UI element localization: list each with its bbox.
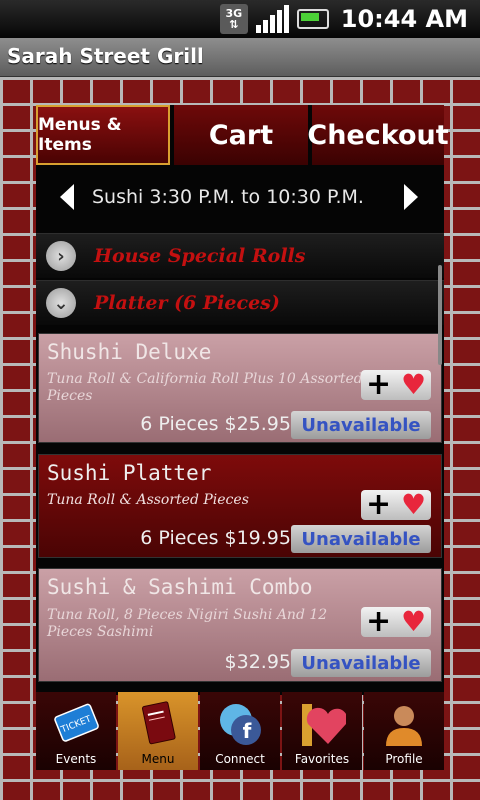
item-name: Sushi & Sashimi Combo <box>47 575 313 599</box>
add-to-cart-icon[interactable]: + <box>366 607 391 637</box>
list-scrollbar[interactable] <box>438 265 442 365</box>
nav-connect[interactable]: f Connect <box>200 692 280 770</box>
tab-checkout[interactable]: Checkout <box>307 105 449 165</box>
category-platter[interactable]: ⌄ Platter (6 Pieces) <box>36 280 444 325</box>
menu-schedule-selector: Sushi 3:30 P.M. to 10:30 P.M. <box>36 167 444 227</box>
chevron-down-icon: ⌄ <box>46 288 76 318</box>
heart-bookmark-icon <box>298 700 348 748</box>
next-menu-arrow-icon[interactable] <box>404 184 418 210</box>
nav-profile[interactable]: Profile <box>364 692 444 770</box>
battery-icon <box>296 9 329 29</box>
nav-events[interactable]: TICKET Events <box>36 692 116 770</box>
tab-cart[interactable]: Cart <box>174 105 308 165</box>
previous-menu-arrow-icon[interactable] <box>60 184 74 210</box>
svg-text:f: f <box>243 719 252 743</box>
status-time: 10:44 AM <box>340 5 468 33</box>
category-label: House Special Rolls <box>94 245 306 267</box>
item-name: Shushi Deluxe <box>47 340 212 364</box>
signal-strength-icon <box>255 5 289 33</box>
status-icons: 3G ⇅ 10:44 AM <box>219 0 468 38</box>
network-3g-icon: 3G ⇅ <box>219 4 248 34</box>
availability-button[interactable]: Unavailable <box>291 525 431 553</box>
menu-item-card[interactable]: Sushi Platter Tuna Roll & Assorted Piece… <box>38 454 442 558</box>
status-bar: 3G ⇅ 10:44 AM <box>0 0 480 38</box>
menu-panel: Menus & Items Cart Checkout Sushi 3:30 P… <box>36 105 449 695</box>
nav-favorites[interactable]: Favorites <box>282 692 362 770</box>
category-label: Platter (6 Pieces) <box>94 292 280 314</box>
chevron-right-icon: › <box>46 241 76 271</box>
schedule-text: Sushi 3:30 P.M. to 10:30 P.M. <box>92 186 364 208</box>
nav-label: Connect <box>215 752 265 766</box>
menu-item-card[interactable]: Sushi & Sashimi Combo Tuna Roll, 8 Piece… <box>38 568 442 682</box>
add-favorite-control: + ♥ <box>361 490 431 520</box>
ticket-icon: TICKET <box>52 700 100 748</box>
favorite-heart-icon[interactable]: ♥ <box>401 371 426 399</box>
item-price: 6 Pieces $25.95 <box>140 413 291 435</box>
favorite-heart-icon[interactable]: ♥ <box>401 491 426 519</box>
category-house-special-rolls[interactable]: › House Special Rolls <box>36 233 444 278</box>
favorite-heart-icon[interactable]: ♥ <box>401 608 426 636</box>
item-description: Tuna Roll, 8 Pieces Nigiri Sushi And 12 … <box>47 607 328 640</box>
app-title: Sarah Street Grill <box>7 44 204 68</box>
availability-button[interactable]: Unavailable <box>291 649 431 677</box>
app-title-bar: Sarah Street Grill <box>0 38 480 77</box>
availability-button[interactable]: Unavailable <box>291 411 431 439</box>
nav-label: Favorites <box>294 752 350 766</box>
menu-book-icon <box>134 700 182 748</box>
item-description: Tuna Roll & Assorted Pieces <box>47 492 249 508</box>
bottom-navigation: TICKET Events Menu f Connect Favorites P… <box>36 692 444 770</box>
social-connect-icon: f <box>216 700 264 748</box>
item-price: 6 Pieces $19.95 <box>140 527 291 549</box>
menu-item-card[interactable]: Shushi Deluxe Tuna Roll & California Rol… <box>38 333 442 443</box>
add-to-cart-icon[interactable]: + <box>366 370 391 400</box>
item-price: $32.95 <box>224 651 291 673</box>
tab-bar: Menus & Items Cart Checkout <box>36 105 449 165</box>
add-favorite-control: + ♥ <box>361 607 431 637</box>
profile-person-icon <box>380 700 428 748</box>
nav-label: Profile <box>385 752 423 766</box>
nav-label: Events <box>55 752 97 766</box>
item-description: Tuna Roll & California Roll Plus 10 Asso… <box>47 371 363 404</box>
nav-label: Menu <box>141 752 175 766</box>
add-favorite-control: + ♥ <box>361 370 431 400</box>
tab-menus-items[interactable]: Menus & Items <box>36 105 170 165</box>
add-to-cart-icon[interactable]: + <box>366 490 391 520</box>
nav-menu[interactable]: Menu <box>118 692 198 770</box>
item-name: Sushi Platter <box>47 461 212 485</box>
